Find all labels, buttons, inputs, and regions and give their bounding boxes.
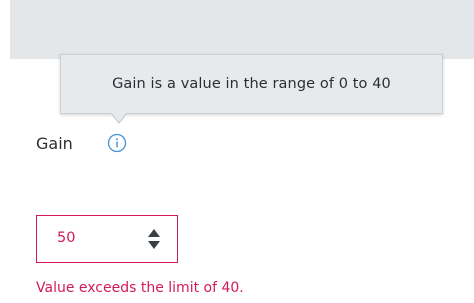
gain-tooltip: Gain is a value in the range of 0 to 40 <box>60 54 443 114</box>
tooltip-arrow-fill <box>111 112 127 122</box>
tooltip-text: Gain is a value in the range of 0 to 40 <box>112 76 391 92</box>
up-down-arrows-icon[interactable] <box>147 227 161 251</box>
gain-field-page: Gain is a value in the range of 0 to 40 … <box>0 0 474 303</box>
header-bar <box>10 0 474 59</box>
error-message: Value exceeds the limit of 40. <box>36 280 244 296</box>
gain-stepper[interactable]: 50 <box>36 215 178 263</box>
info-icon[interactable] <box>107 133 127 153</box>
gain-value[interactable]: 50 <box>57 230 75 246</box>
gain-label: Gain <box>36 134 73 153</box>
